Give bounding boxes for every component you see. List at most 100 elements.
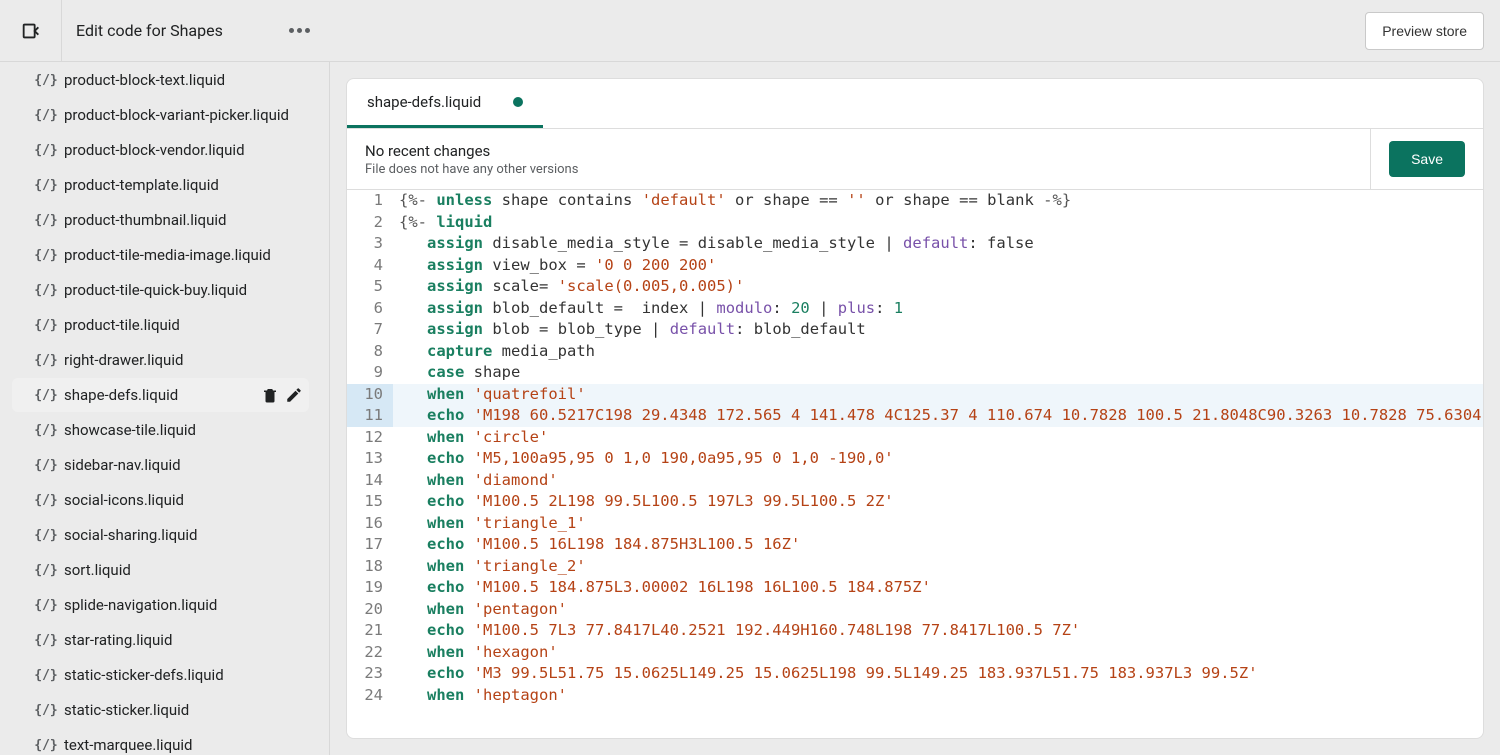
- code-line[interactable]: 7 assign blob = blob_type | default: blo…: [347, 319, 1483, 341]
- file-item[interactable]: {/}product-tile-media-image.liquid: [12, 238, 309, 272]
- code-content: capture media_path: [393, 341, 595, 363]
- liquid-file-icon: {/}: [36, 420, 56, 440]
- line-number: 24: [347, 685, 393, 707]
- file-name: product-block-variant-picker.liquid: [64, 106, 289, 124]
- code-line[interactable]: 8 capture media_path: [347, 341, 1483, 363]
- file-name: static-sticker-defs.liquid: [64, 666, 224, 684]
- line-number: 23: [347, 663, 393, 685]
- code-line[interactable]: 1{%- unless shape contains 'default' or …: [347, 190, 1483, 212]
- file-name: static-sticker.liquid: [64, 701, 189, 719]
- file-item[interactable]: {/}splide-navigation.liquid: [12, 588, 309, 622]
- file-item[interactable]: {/}product-template.liquid: [12, 168, 309, 202]
- liquid-file-icon: {/}: [36, 525, 56, 545]
- file-item[interactable]: {/}showcase-tile.liquid: [12, 413, 309, 447]
- code-content: when 'triangle_2': [393, 556, 586, 578]
- tab-shape-defs[interactable]: shape-defs.liquid: [347, 79, 543, 128]
- more-menu-button[interactable]: [283, 22, 316, 39]
- top-bar: Edit code for Shapes Preview store: [0, 0, 1500, 62]
- file-item[interactable]: {/}social-sharing.liquid: [12, 518, 309, 552]
- file-item[interactable]: {/}product-tile.liquid: [12, 308, 309, 342]
- code-line[interactable]: 12 when 'circle': [347, 427, 1483, 449]
- line-number: 20: [347, 599, 393, 621]
- code-line[interactable]: 11 echo 'M198 60.5217C198 29.4348 172.56…: [347, 405, 1483, 427]
- file-item[interactable]: {/}static-sticker-defs.liquid: [12, 658, 309, 692]
- code-editor[interactable]: 1{%- unless shape contains 'default' or …: [346, 190, 1484, 739]
- file-item[interactable]: {/}shape-defs.liquid: [12, 378, 309, 412]
- code-line[interactable]: 4 assign view_box = '0 0 200 200': [347, 255, 1483, 277]
- file-name: text-marquee.liquid: [64, 736, 192, 754]
- file-item[interactable]: {/}product-block-vendor.liquid: [12, 133, 309, 167]
- main-area: {/}product-block-text.liquid{/}product-b…: [0, 62, 1500, 755]
- code-line[interactable]: 14 when 'diamond': [347, 470, 1483, 492]
- liquid-file-icon: {/}: [36, 455, 56, 475]
- liquid-file-icon: {/}: [36, 105, 56, 125]
- file-item[interactable]: {/}right-drawer.liquid: [12, 343, 309, 377]
- code-content: when 'diamond': [393, 470, 558, 492]
- file-item[interactable]: {/}social-icons.liquid: [12, 483, 309, 517]
- line-number: 3: [347, 233, 393, 255]
- code-content: assign scale= 'scale(0.005,0.005)': [393, 276, 744, 298]
- file-item[interactable]: {/}static-sticker.liquid: [12, 693, 309, 727]
- file-status-bar: No recent changes File does not have any…: [346, 128, 1484, 190]
- code-line[interactable]: 10 when 'quatrefoil': [347, 384, 1483, 406]
- code-content: echo 'M100.5 16L198 184.875H3L100.5 16Z': [393, 534, 800, 556]
- code-content: assign blob_default = index | modulo: 20…: [393, 298, 903, 320]
- code-line[interactable]: 15 echo 'M100.5 2L198 99.5L100.5 197L3 9…: [347, 491, 1483, 513]
- liquid-file-icon: {/}: [36, 315, 56, 335]
- line-number: 9: [347, 362, 393, 384]
- file-item[interactable]: {/}product-thumbnail.liquid: [12, 203, 309, 237]
- dot-icon: [297, 28, 302, 33]
- code-line[interactable]: 3 assign disable_media_style = disable_m…: [347, 233, 1483, 255]
- file-sidebar[interactable]: {/}product-block-text.liquid{/}product-b…: [0, 62, 330, 755]
- code-content: when 'heptagon': [393, 685, 567, 707]
- code-line[interactable]: 19 echo 'M100.5 184.875L3.00002 16L198 1…: [347, 577, 1483, 599]
- back-icon: [20, 20, 42, 42]
- edit-icon[interactable]: [285, 386, 303, 404]
- code-line[interactable]: 6 assign blob_default = index | modulo: …: [347, 298, 1483, 320]
- liquid-file-icon: {/}: [36, 560, 56, 580]
- code-line[interactable]: 18 when 'triangle_2': [347, 556, 1483, 578]
- liquid-file-icon: {/}: [36, 630, 56, 650]
- line-number: 7: [347, 319, 393, 341]
- file-item[interactable]: {/}product-tile-quick-buy.liquid: [12, 273, 309, 307]
- code-line[interactable]: 22 when 'hexagon': [347, 642, 1483, 664]
- code-line[interactable]: 13 echo 'M5,100a95,95 0 1,0 190,0a95,95 …: [347, 448, 1483, 470]
- code-line[interactable]: 5 assign scale= 'scale(0.005,0.005)': [347, 276, 1483, 298]
- file-item[interactable]: {/}product-block-text.liquid: [12, 63, 309, 97]
- liquid-file-icon: {/}: [36, 595, 56, 615]
- line-number: 22: [347, 642, 393, 664]
- file-name: shape-defs.liquid: [64, 386, 178, 404]
- file-item[interactable]: {/} product-block-variant-picker.liquid: [12, 98, 309, 132]
- dot-icon: [305, 28, 310, 33]
- file-item[interactable]: {/}text-marquee.liquid: [12, 728, 309, 755]
- file-item[interactable]: {/}sort.liquid: [12, 553, 309, 587]
- code-line[interactable]: 17 echo 'M100.5 16L198 184.875H3L100.5 1…: [347, 534, 1483, 556]
- code-content: echo 'M100.5 184.875L3.00002 16L198 16L1…: [393, 577, 931, 599]
- line-number: 5: [347, 276, 393, 298]
- code-line[interactable]: 24 when 'heptagon': [347, 685, 1483, 707]
- file-item[interactable]: {/} star-rating.liquid: [12, 623, 309, 657]
- code-line[interactable]: 9 case shape: [347, 362, 1483, 384]
- code-line[interactable]: 16 when 'triangle_1': [347, 513, 1483, 535]
- file-name: sidebar-nav.liquid: [64, 456, 181, 474]
- liquid-file-icon: {/}: [36, 140, 56, 160]
- liquid-file-icon: {/}: [36, 210, 56, 230]
- preview-store-button[interactable]: Preview store: [1365, 12, 1484, 50]
- code-content: assign blob = blob_type | default: blob_…: [393, 319, 866, 341]
- line-number: 10: [347, 384, 393, 406]
- line-number: 19: [347, 577, 393, 599]
- back-button[interactable]: [0, 0, 62, 62]
- code-content: {%- unless shape contains 'default' or s…: [393, 190, 1071, 212]
- line-number: 1: [347, 190, 393, 212]
- code-line[interactable]: 21 echo 'M100.5 7L3 77.8417L40.2521 192.…: [347, 620, 1483, 642]
- code-line[interactable]: 20 when 'pentagon': [347, 599, 1483, 621]
- code-content: when 'hexagon': [393, 642, 558, 664]
- tab-label: shape-defs.liquid: [367, 93, 481, 111]
- file-item[interactable]: {/} sidebar-nav.liquid: [12, 448, 309, 482]
- trash-icon[interactable]: [261, 386, 279, 404]
- code-line[interactable]: 23 echo 'M3 99.5L51.75 15.0625L149.25 15…: [347, 663, 1483, 685]
- file-name: star-rating.liquid: [64, 631, 172, 649]
- save-button[interactable]: Save: [1389, 141, 1465, 177]
- code-content: when 'quatrefoil': [393, 384, 586, 406]
- code-line[interactable]: 2{%- liquid: [347, 212, 1483, 234]
